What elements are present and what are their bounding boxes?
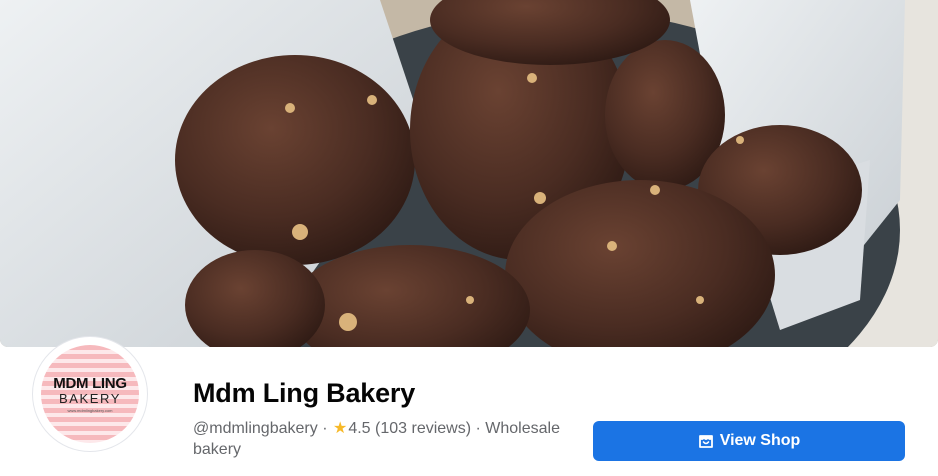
star-icon: ★ xyxy=(332,420,348,437)
profile-logo: MDM LING BAKERY www.mdmlingbakery.com xyxy=(41,345,139,443)
view-shop-button[interactable]: View Shop xyxy=(593,421,905,461)
logo-url: www.mdmlingbakery.com xyxy=(67,407,113,413)
shop-icon xyxy=(698,433,714,449)
cover-photo-image xyxy=(0,0,938,347)
logo-text-line1: MDM LING xyxy=(53,374,127,392)
review-count[interactable]: (103 reviews) xyxy=(375,420,471,437)
page-handle: @mdmlingbakery xyxy=(193,420,318,437)
rating-value[interactable]: 4.5 xyxy=(348,420,370,437)
cover-photo[interactable] xyxy=(0,0,938,347)
separator: · xyxy=(322,420,328,437)
page-meta: @mdmlingbakery · ★4.5 (103 reviews) · Wh… xyxy=(193,418,585,460)
view-shop-label: View Shop xyxy=(719,432,801,449)
logo-text-line2: BAKERY xyxy=(58,390,122,406)
profile-picture[interactable]: MDM LING BAKERY www.mdmlingbakery.com xyxy=(33,337,147,451)
page-name: Mdm Ling Bakery xyxy=(193,378,416,408)
separator: · xyxy=(475,420,481,437)
